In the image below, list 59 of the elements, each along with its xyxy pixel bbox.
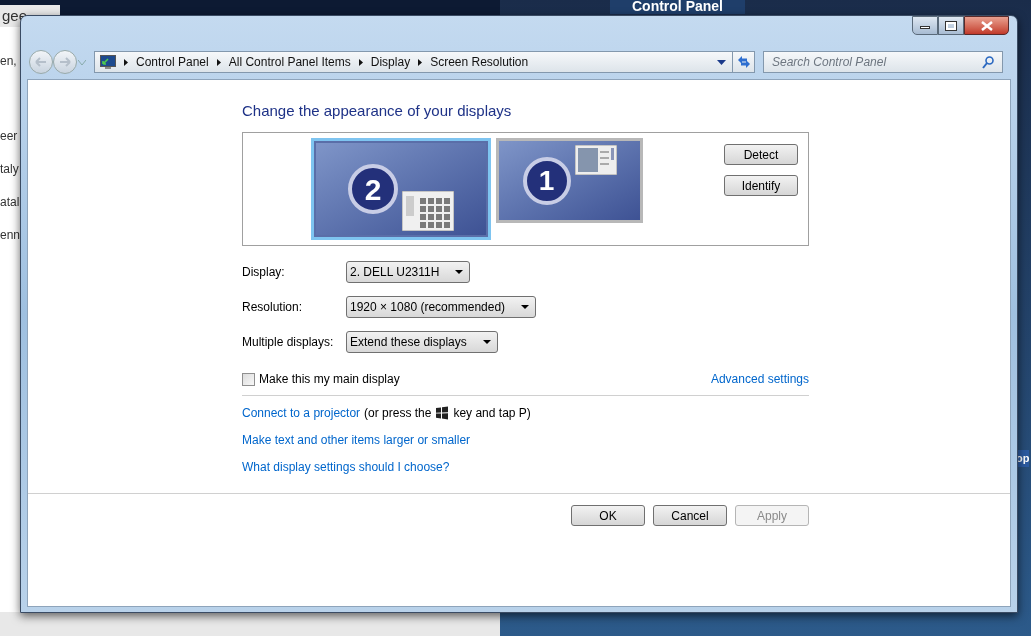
- search-icon: [982, 55, 994, 69]
- breadcrumb-arrow-icon[interactable]: [358, 58, 363, 66]
- close-icon: [980, 20, 993, 31]
- address-bar[interactable]: Control Panel All Control Panel Items Display Screen Resolution: [94, 51, 733, 73]
- window-grid-icon: [402, 191, 454, 231]
- help-link[interactable]: Make text and other items larger or smaller: [242, 431, 471, 449]
- dropdown-arrow-icon[interactable]: [717, 59, 726, 65]
- dropdown-select[interactable]: 2. DELL U2311H: [346, 261, 471, 283]
- projector-hint-text: key and tap P): [453, 405, 531, 422]
- breadcrumb-item[interactable]: Screen Resolution: [430, 53, 529, 71]
- setting-label: Display:: [242, 264, 286, 281]
- maximize-icon: [946, 21, 956, 30]
- background-text: en,: [0, 53, 17, 70]
- breadcrumb-arrow-icon[interactable]: [216, 58, 221, 66]
- window-title: Control Panel: [632, 0, 723, 14]
- refresh-icon: [736, 56, 751, 68]
- page-heading: Change the appearance of your displays: [242, 101, 513, 121]
- identify-button[interactable]: Identify: [724, 175, 798, 196]
- minimize-icon: [920, 26, 930, 29]
- projector-hint-text: (or press the: [364, 405, 432, 422]
- windows-logo-icon: [435, 406, 450, 420]
- advanced-settings-link[interactable]: Advanced settings: [710, 370, 809, 388]
- background-text: taly: [0, 161, 19, 178]
- help-link[interactable]: What display settings should I choose?: [242, 458, 450, 476]
- breadcrumb-item[interactable]: All Control Panel Items: [228, 53, 351, 71]
- search-field[interactable]: Search Control Panel: [763, 51, 1003, 73]
- background-text: eer: [0, 128, 18, 145]
- monitor-icon: [100, 54, 116, 70]
- dialog-button[interactable]: Cancel: [653, 505, 727, 526]
- monitor-thumbnail[interactable]: 2: [311, 138, 491, 240]
- monitor-number: 2: [348, 164, 398, 214]
- setting-label: Resolution:: [242, 299, 304, 316]
- setting-label: Multiple displays:: [242, 334, 335, 351]
- back-arrow-icon: [35, 57, 47, 67]
- dropdown-select[interactable]: Extend these displays: [346, 331, 498, 353]
- dropdown-arrow-icon: [521, 305, 530, 309]
- forward-arrow-icon: [59, 57, 71, 67]
- dialog-button[interactable]: OK: [571, 505, 645, 526]
- background-text: atal: [0, 194, 20, 211]
- breadcrumb-arrow-icon[interactable]: [418, 58, 423, 66]
- maximize-button[interactable]: [938, 16, 964, 35]
- window-panel-icon: [574, 145, 617, 175]
- search-input[interactable]: Search Control Panel: [772, 53, 982, 71]
- dropdown-select[interactable]: 1920 × 1080 (recommended): [346, 296, 537, 318]
- close-button[interactable]: [964, 16, 1009, 35]
- background-text: enn: [0, 227, 21, 244]
- breadcrumb-item[interactable]: Control Panel: [136, 53, 209, 71]
- monitor-number: 1: [522, 156, 571, 205]
- monitor-thumbnail[interactable]: 1: [496, 138, 643, 223]
- breadcrumb-arrow-icon[interactable]: [124, 58, 128, 66]
- projector-link[interactable]: Connect to a projector: [242, 404, 361, 422]
- checkbox[interactable]: [242, 372, 255, 386]
- checkbox-label: Make this my main display: [259, 371, 400, 388]
- breadcrumb-item[interactable]: Display: [370, 53, 411, 71]
- minimize-button[interactable]: [912, 16, 938, 35]
- dropdown-arrow-icon: [455, 270, 464, 274]
- dropdown-arrow-icon: [482, 340, 491, 344]
- detect-button[interactable]: Detect: [724, 144, 798, 165]
- refresh-button[interactable]: [732, 51, 755, 73]
